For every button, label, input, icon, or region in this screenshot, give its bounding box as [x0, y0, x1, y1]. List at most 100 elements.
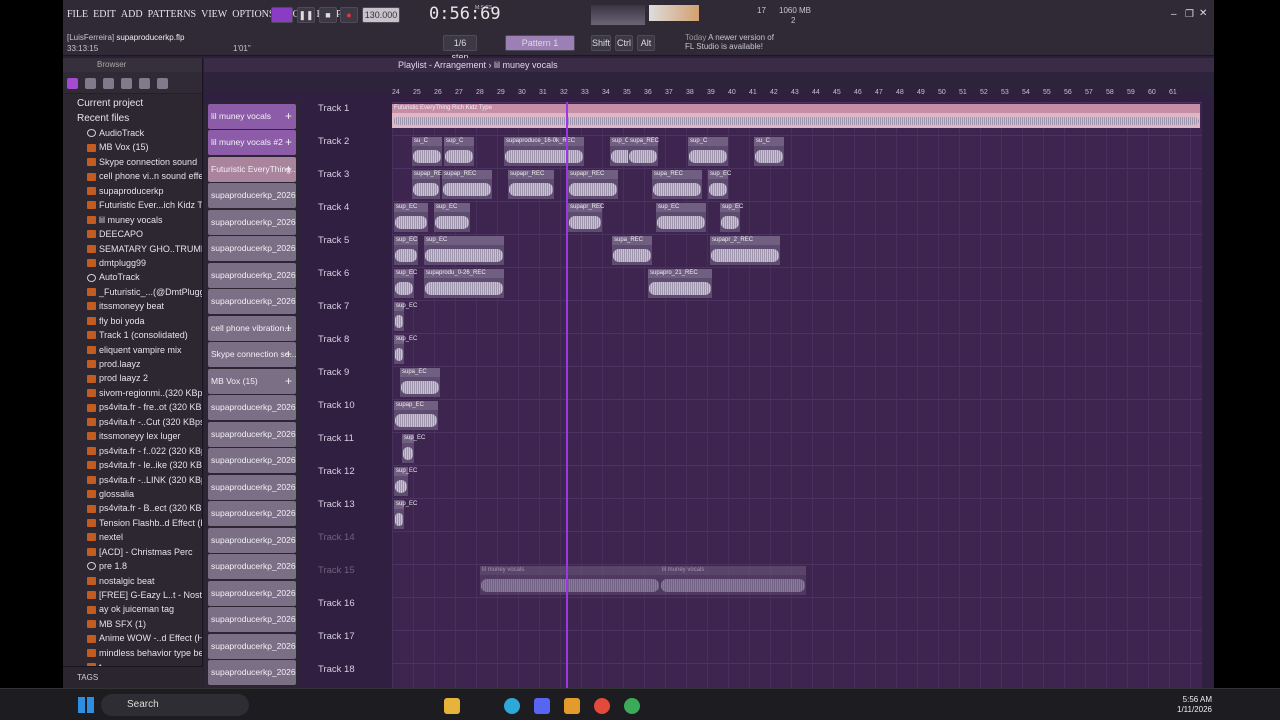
audio-clip[interactable]: sup_EC: [708, 170, 731, 199]
fl-studio-icon[interactable]: [564, 698, 580, 714]
browser-file-item[interactable]: _Futuristic_...(@DmtPlugg99): [77, 285, 202, 299]
pattern-selector[interactable]: Pattern 1: [505, 35, 575, 51]
current-pattern[interactable]: lil muney vocals: [494, 60, 558, 70]
pattern-item[interactable]: supaproducerkp_2026-0...: [208, 421, 296, 447]
track-name[interactable]: Track 8: [318, 334, 349, 345]
browser-file-item[interactable]: prod.laayz: [77, 357, 202, 371]
audio-clip[interactable]: sup_EC: [394, 467, 417, 496]
track-name[interactable]: Track 1: [318, 103, 349, 114]
step-selector[interactable]: 1/6 step: [443, 35, 477, 62]
browser-file-item[interactable]: ps4vita.fr -..LINK (320 KBps): [77, 473, 202, 487]
browser-file-item[interactable]: sivom-regionmi..(320 KBps): [77, 386, 202, 400]
menu-add[interactable]: ADD: [121, 9, 143, 20]
audio-clip[interactable]: supaproduce_16-0k_REC: [504, 137, 584, 166]
windows-start-icon[interactable]: [78, 697, 94, 713]
track-name[interactable]: Track 18: [318, 664, 355, 675]
audio-clip[interactable]: sup_EC: [394, 236, 418, 265]
pattern-item[interactable]: supaproducerkp_2026-0...: [208, 262, 296, 288]
browser-file-item[interactable]: [ACD] - Christmas Perc: [77, 545, 202, 559]
menu-file[interactable]: FILE: [67, 9, 88, 20]
shift-key[interactable]: Shift: [591, 35, 611, 51]
track-name[interactable]: Track 6: [318, 268, 349, 279]
audio-clip[interactable]: supapr_2_REC: [710, 236, 780, 265]
browser-file-item[interactable]: ay ok juiceman tag: [77, 602, 202, 616]
browser-file-item[interactable]: Anime WOW -..d Effect (HD): [77, 631, 202, 645]
menu-options[interactable]: OPTIONS: [232, 9, 274, 20]
tempo-display[interactable]: 130.000: [362, 7, 400, 23]
restore-icon[interactable]: ❐: [1185, 9, 1194, 20]
pattern-item[interactable]: MB Vox (15) +: [208, 368, 296, 394]
browser-file-item[interactable]: [FREE] G-Eazy L..t - Nostalgic: [77, 588, 202, 602]
browser-file-item[interactable]: eliquent vampire mix: [77, 343, 202, 357]
browser-files-icon[interactable]: [85, 78, 96, 89]
track-name[interactable]: Track 16: [318, 598, 355, 609]
browser-file-item[interactable]: ps4vita.fr -..Cut (320 KBps): [77, 415, 202, 429]
audio-clip[interactable]: sup_EC: [394, 302, 417, 331]
pattern-item[interactable]: supaproducerkp_2026-0...: [208, 633, 296, 659]
browser-file-item[interactable]: AutoTrack: [77, 270, 202, 284]
audio-clip[interactable]: sup_EC: [394, 269, 417, 298]
browser-star-icon[interactable]: [157, 78, 168, 89]
browser-file-item[interactable]: Skype connection sound: [77, 155, 202, 169]
track-name[interactable]: Track 7: [318, 301, 349, 312]
menu-patterns[interactable]: PATTERNS: [148, 9, 197, 20]
pattern-item[interactable]: Futuristic EveryThing... +: [208, 156, 296, 182]
recent-files-folder[interactable]: Recent files: [77, 111, 202, 126]
pattern-item[interactable]: supaproducerkp_2026-0...: [208, 501, 296, 526]
add-pattern-icon[interactable]: +: [285, 104, 292, 129]
track-name[interactable]: Track 14: [318, 532, 355, 543]
audio-clip[interactable]: supap_EC: [394, 401, 438, 430]
news-panel[interactable]: Today A newer version of FL Studio is av…: [685, 33, 785, 51]
tags-bar[interactable]: TAGS: [63, 666, 203, 688]
arrangement-grid[interactable]: Futuristic EveryThing Rich Kidz Type su_C…: [392, 102, 1202, 688]
audio-clip[interactable]: sup_EC: [434, 203, 470, 232]
audio-clip[interactable]: lil muney vocals: [480, 566, 660, 595]
browser-file-item[interactable]: supaproducerkp: [77, 184, 202, 198]
browser-file-item[interactable]: Futuristic Ever...ich Kidz Type: [77, 198, 202, 212]
audio-clip[interactable]: supap_REC: [442, 170, 492, 199]
add-pattern-icon[interactable]: +: [285, 130, 292, 155]
pattern-item[interactable]: supaproducerkp_2026-0...: [208, 660, 296, 685]
browser-all-icon[interactable]: [67, 78, 78, 89]
browser-file-item[interactable]: MB Vox (15): [77, 140, 202, 154]
browser-audio-icon[interactable]: [121, 78, 132, 89]
audio-clip[interactable]: supa_REC: [652, 170, 702, 199]
audio-clip[interactable]: sup_C: [688, 137, 728, 166]
menu-edit[interactable]: EDIT: [93, 9, 116, 20]
add-pattern-icon[interactable]: +: [285, 369, 292, 394]
browser-file-item[interactable]: itssmoneyy beat: [77, 299, 202, 313]
track-name[interactable]: Track 3: [318, 169, 349, 180]
pattern-item[interactable]: supaproducerkp_2026-0...: [208, 183, 296, 208]
browser-file-item[interactable]: prod laayz 2: [77, 371, 202, 385]
browser-file-item[interactable]: nostalgic beat: [77, 574, 202, 588]
track-name[interactable]: Track 10: [318, 400, 355, 411]
browser-file-item[interactable]: MB SFX (1): [77, 617, 202, 631]
pattern-item[interactable]: supaproducerkp_2026-0...: [208, 448, 296, 473]
track-name[interactable]: Track 4: [318, 202, 349, 213]
browser-file-item[interactable]: mindless behavior type beat: [77, 646, 202, 660]
browser-file-item[interactable]: glossalia: [77, 487, 202, 501]
track-name[interactable]: Track 9: [318, 367, 349, 378]
pattern-item[interactable]: lil muney vocals #2 +: [208, 130, 296, 155]
pattern-item[interactable]: supaproducerkp_2026-0...: [208, 395, 296, 420]
browser-cloud-icon[interactable]: [139, 78, 150, 89]
audio-clip[interactable]: sup_EC: [720, 203, 743, 232]
browser-file-item[interactable]: ps4vita.fr - B..ect (320 KBps): [77, 501, 202, 515]
audio-clip[interactable]: supapr_REC: [568, 170, 618, 199]
track-name[interactable]: Track 13: [318, 499, 355, 510]
ctrl-key[interactable]: Ctrl: [615, 35, 633, 51]
pattern-item[interactable]: Skype connection so... +: [208, 342, 296, 367]
add-pattern-icon[interactable]: +: [285, 157, 292, 182]
audio-clip[interactable]: supapr_REC: [568, 203, 604, 232]
stop-button[interactable]: ■: [319, 7, 337, 23]
pattern-item[interactable]: supaproducerkp_2026-0...: [208, 289, 296, 314]
timeline-ruler[interactable]: 24 25 26 27 28 29 30 31 32 33 34 35 36 37 38 39 40 41 42 43…: [392, 88, 1202, 99]
track-name[interactable]: Track 17: [318, 631, 355, 642]
chrome-icon[interactable]: [594, 698, 610, 714]
edge-icon[interactable]: [504, 698, 520, 714]
audio-clip[interactable]: supaprodu_0-26_REC: [424, 269, 504, 298]
audio-clip[interactable]: lil muney vocals: [660, 566, 806, 595]
play-button[interactable]: ❚❚: [297, 7, 315, 23]
browser-file-item[interactable]: nextel: [77, 530, 202, 544]
audio-clip[interactable]: su_C: [412, 137, 442, 166]
